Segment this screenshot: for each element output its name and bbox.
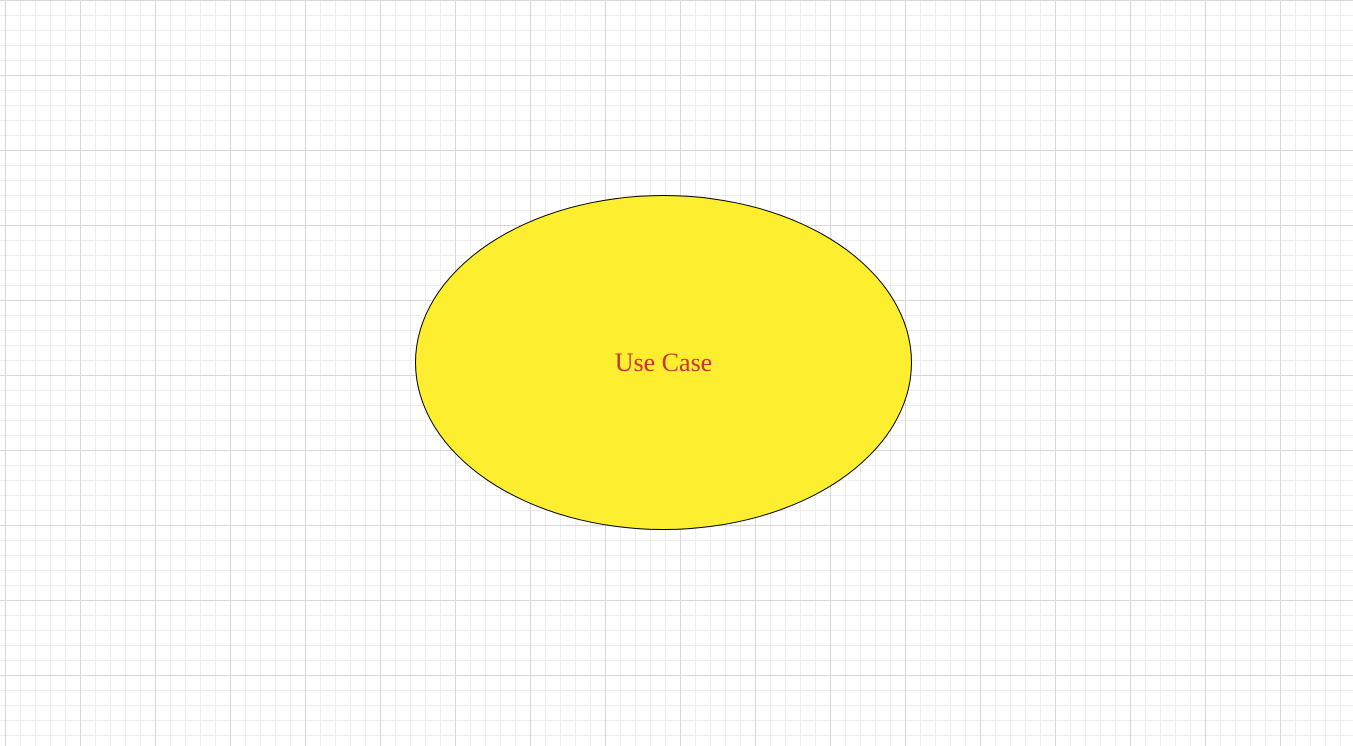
use-case-label: Use Case [615,348,712,378]
use-case-ellipse[interactable]: Use Case [415,195,912,530]
